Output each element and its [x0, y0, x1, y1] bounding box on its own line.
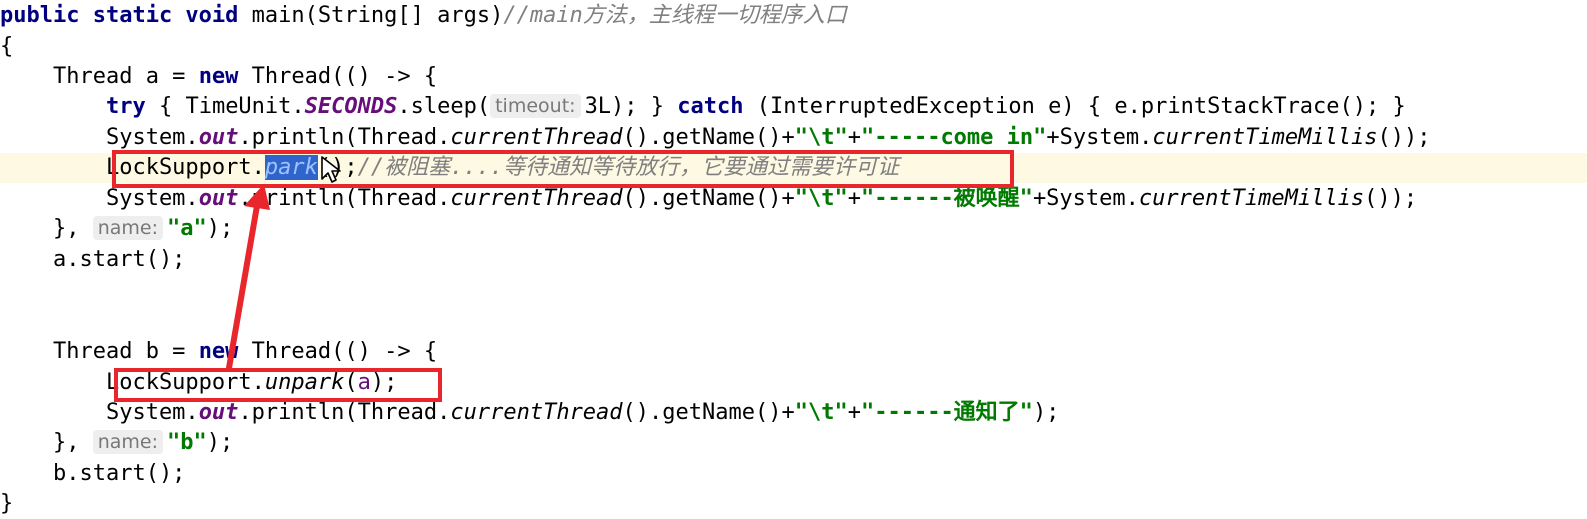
mouse-pointer-icon: [321, 156, 341, 183]
arrow-shaft: [226, 197, 261, 371]
arrow-head: [244, 184, 270, 210]
annotation-arrow: [226, 184, 270, 371]
code-editor[interactable]: public static void main(String[] args)//…: [0, 0, 1587, 516]
